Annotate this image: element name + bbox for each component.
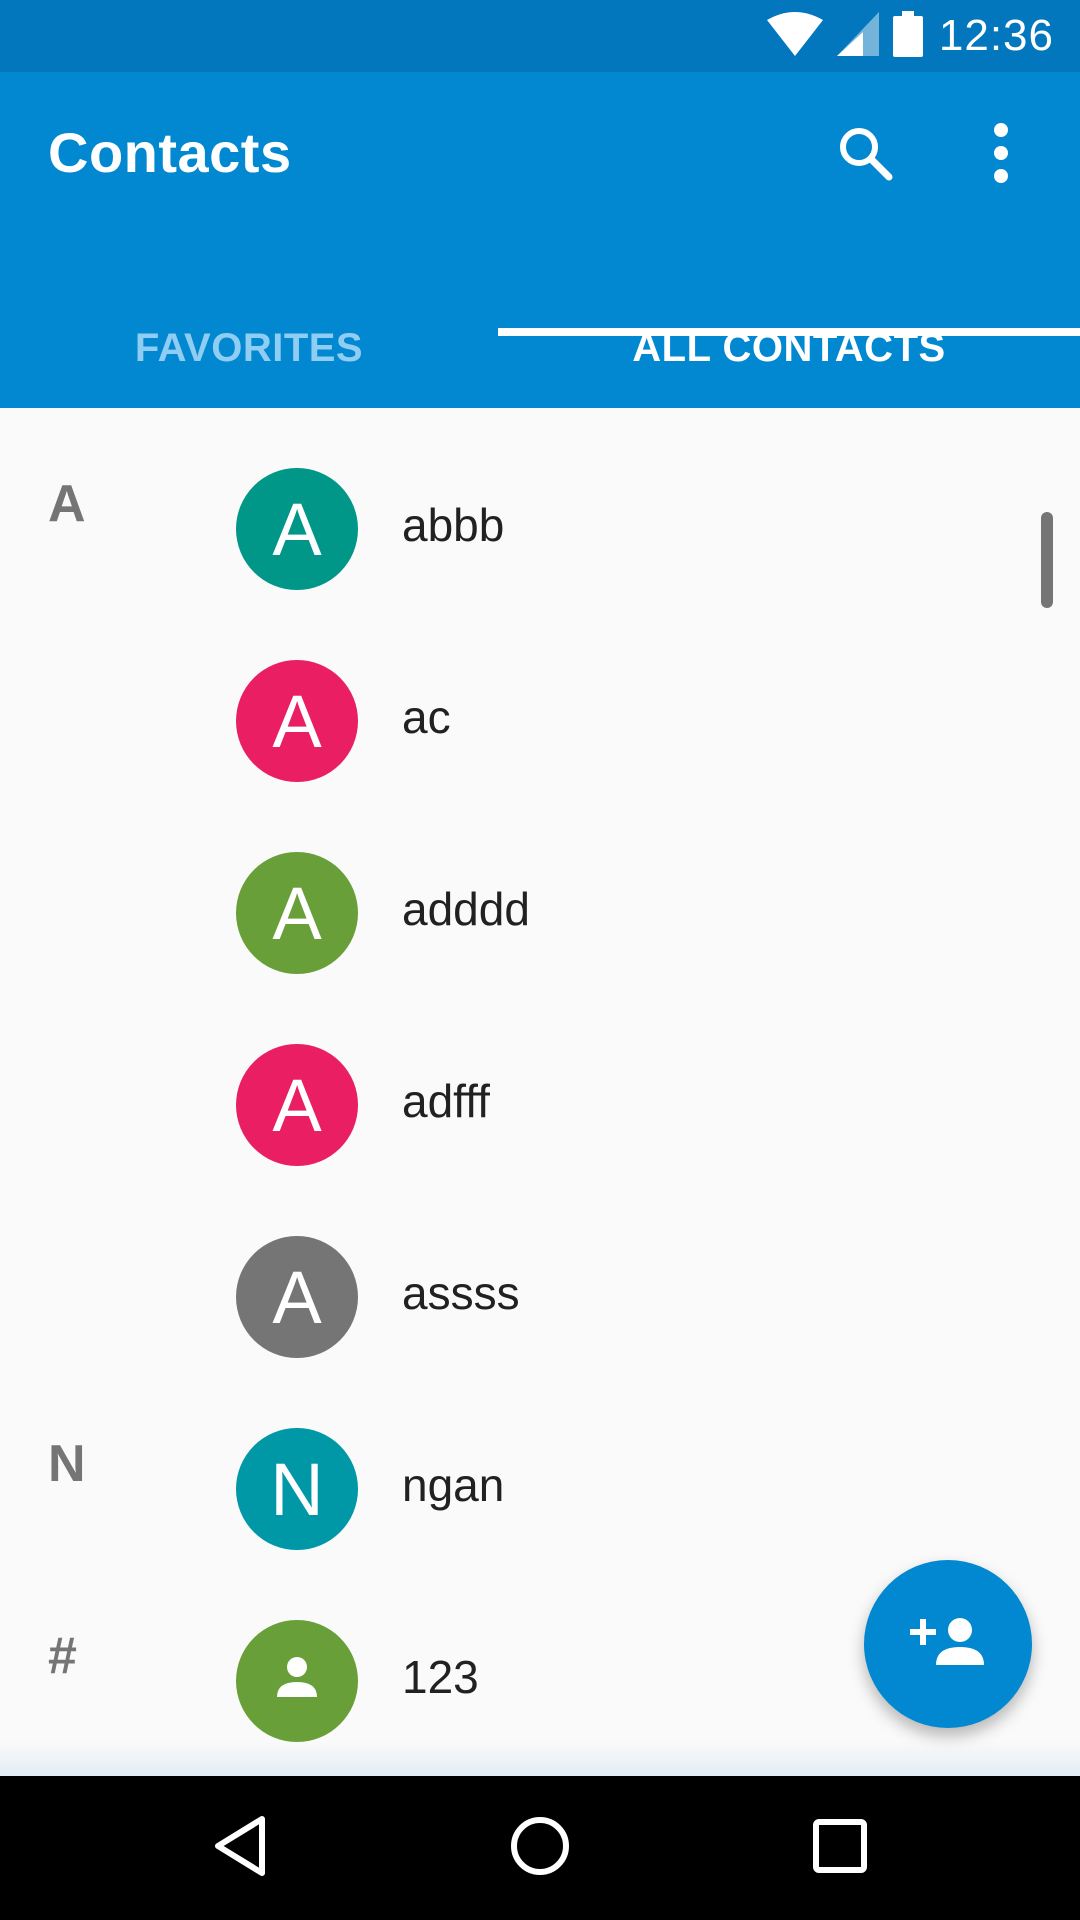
contact-row[interactable]: N N ngan — [0, 1368, 1080, 1560]
status-time: 12:36 — [938, 11, 1054, 60]
back-button[interactable] — [190, 1798, 290, 1898]
recents-button[interactable] — [790, 1798, 890, 1898]
more-vert-icon — [991, 122, 1011, 189]
contact-name: 123 — [402, 1651, 479, 1703]
avatar: N — [236, 1428, 358, 1550]
contact-name: assss — [402, 1267, 520, 1319]
contact-row[interactable]: A A abbb — [0, 408, 1080, 600]
avatar: A — [236, 1044, 358, 1166]
section-header: N — [48, 1435, 86, 1493]
contact-name: adddd — [402, 883, 530, 935]
contact-row[interactable]: A adfff — [0, 984, 1080, 1176]
list-bottom-fade — [0, 1740, 1080, 1776]
scrollbar-thumb[interactable] — [1041, 512, 1053, 608]
back-icon — [212, 1815, 268, 1882]
contact-name: ac — [402, 691, 451, 743]
signal-icon — [836, 11, 879, 61]
avatar: A — [236, 852, 358, 974]
section-header: # — [48, 1627, 77, 1685]
contact-name: abbb — [402, 499, 505, 551]
contact-row[interactable]: A assss — [0, 1176, 1080, 1368]
tab-indicator — [498, 328, 1080, 336]
recents-icon — [813, 1818, 867, 1878]
contact-row[interactable]: A ac — [0, 600, 1080, 792]
contact-name: adfff — [402, 1075, 490, 1127]
avatar: A — [236, 1236, 358, 1358]
search-icon — [835, 123, 895, 188]
app-bar: Contacts FAVORITES ALL CONTACTS — [0, 72, 1080, 408]
status-icons — [766, 10, 923, 62]
avatar: A — [236, 660, 358, 782]
avatar — [236, 1620, 358, 1742]
tab-bar: FAVORITES ALL CONTACTS — [0, 288, 1080, 408]
tab-all-contacts[interactable]: ALL CONTACTS — [498, 288, 1080, 408]
section-header: A — [48, 475, 86, 533]
wifi-icon — [766, 11, 823, 61]
contact-name: ngan — [402, 1459, 505, 1511]
avatar: A — [236, 468, 358, 590]
search-button[interactable] — [832, 122, 898, 188]
navigation-bar — [0, 1776, 1080, 1920]
contact-row[interactable]: A adddd — [0, 792, 1080, 984]
page-title: Contacts — [48, 121, 292, 184]
add-contact-button[interactable] — [864, 1560, 1032, 1728]
home-icon — [509, 1815, 571, 1882]
home-button[interactable] — [490, 1798, 590, 1898]
add-person-icon — [910, 1615, 986, 1674]
person-icon — [267, 1639, 327, 1724]
battery-icon — [892, 10, 923, 62]
more-options-button[interactable] — [968, 122, 1034, 188]
status-bar: 12:36 — [0, 0, 1080, 72]
tab-favorites[interactable]: FAVORITES — [0, 288, 498, 408]
